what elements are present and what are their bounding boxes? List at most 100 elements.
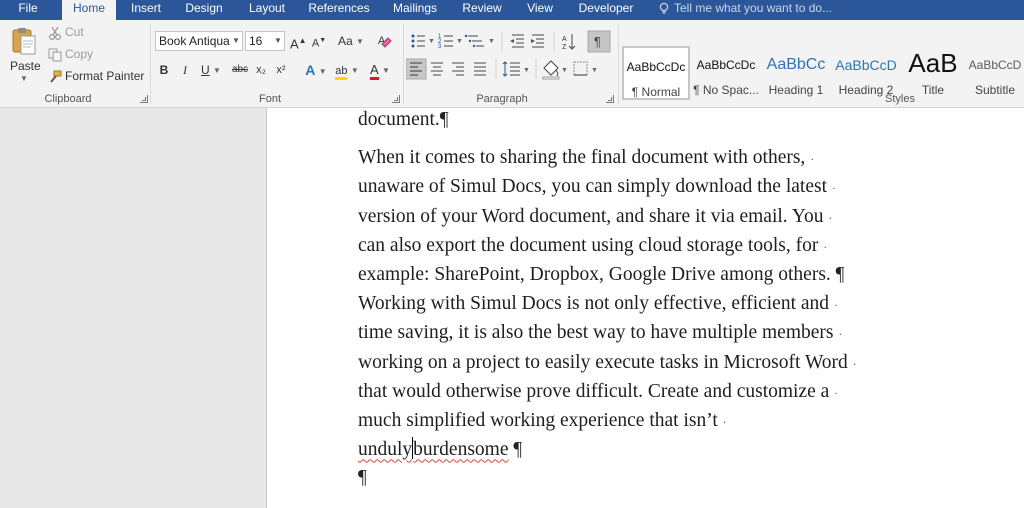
tab-developer[interactable]: Developer — [574, 0, 638, 20]
superscript-button[interactable]: x² — [273, 61, 289, 79]
subscript-button[interactable]: x₂ — [253, 61, 269, 79]
clipboard-icon — [12, 28, 36, 55]
format-painter-label: Format Painter — [65, 69, 145, 83]
svg-text:A: A — [562, 36, 567, 43]
paste-dropdown-caret[interactable]: ▼ — [20, 74, 28, 83]
grow-font-icon: A — [290, 36, 299, 52]
space-mark: · — [828, 210, 833, 225]
paragraph-sharing[interactable]: When it comes to sharing the final docum… — [358, 144, 958, 288]
multilevel-list-icon[interactable]: ▼ — [464, 34, 495, 48]
style-heading-1[interactable]: AaBbCc Heading 1 — [762, 46, 830, 100]
space-mark: · — [834, 385, 839, 400]
tab-home[interactable]: Home — [62, 0, 116, 21]
pilcrow-mark: ¶ — [513, 439, 523, 461]
document-canvas: document.¶ When it comes to sharing the … — [0, 108, 1024, 508]
tell-me-search[interactable]: Tell me what you want to do... — [658, 0, 832, 20]
space-mark: · — [831, 181, 836, 196]
misspelled-word[interactable]: undulyburdensome — [358, 437, 508, 461]
underline-icon: U — [201, 63, 210, 77]
tab-insert[interactable]: Insert — [126, 0, 166, 20]
space-mark: · — [722, 415, 727, 430]
format-painter-button[interactable]: Format Painter — [46, 69, 146, 85]
font-dialog-launcher[interactable] — [392, 95, 400, 103]
tab-file[interactable]: File — [10, 0, 46, 20]
style-subtitle[interactable]: AaBbCcD Subtitle — [966, 46, 1024, 100]
tab-references[interactable]: References — [306, 0, 372, 20]
shrink-font-button[interactable]: A▼ — [311, 32, 327, 50]
text-effects-icon: A — [305, 62, 316, 78]
grow-font-button[interactable]: A▲ — [290, 32, 307, 52]
clear-formatting-button[interactable]: A — [375, 32, 395, 50]
chevron-down-icon[interactable]: ▼ — [230, 32, 242, 50]
bold-button[interactable]: B — [156, 61, 172, 79]
copy-button[interactable]: Copy — [46, 47, 126, 63]
tab-design[interactable]: Design — [182, 0, 226, 20]
tab-layout[interactable]: Layout — [244, 0, 290, 20]
paragraph-empty[interactable]: ¶ — [358, 464, 958, 491]
style-preview: AaBbCcD — [968, 58, 1022, 72]
justify-icon[interactable] — [474, 62, 486, 76]
tab-view[interactable]: View — [522, 0, 558, 20]
paragraph-working[interactable]: Working with Simul Docs is not only effe… — [358, 290, 958, 464]
change-case-button[interactable]: Aa ▼ — [336, 32, 366, 50]
font-name-combobox[interactable]: Book Antiqua ▼ — [155, 31, 243, 51]
strikethrough-button[interactable]: abc — [229, 61, 251, 79]
eraser-icon: A — [378, 35, 392, 48]
change-case-icon: Aa — [338, 34, 353, 48]
style-title[interactable]: AaB Title — [902, 46, 964, 100]
tab-mailings[interactable]: Mailings — [388, 0, 442, 20]
highlighter-icon: ab — [335, 65, 348, 80]
show-formatting-marks-icon[interactable]: ¶ — [587, 30, 611, 53]
style-normal[interactable]: AaBbCcDc ¶ Normal — [622, 46, 690, 100]
clipboard-dialog-launcher[interactable] — [140, 95, 148, 103]
style-heading-2[interactable]: AaBbCcD Heading 2 — [832, 46, 900, 100]
text-effects-button[interactable]: A ▼ — [303, 61, 329, 79]
svg-text:▼: ▼ — [428, 38, 435, 45]
paste-button[interactable]: Paste ▼ — [6, 24, 42, 88]
align-left-icon[interactable] — [405, 58, 427, 80]
svg-text:▼: ▼ — [523, 67, 530, 74]
text-line: When it comes to sharing the final docum… — [358, 147, 811, 168]
style-preview: AaBbCcDc — [696, 58, 756, 72]
highlight-button[interactable]: ab ▼ — [333, 61, 361, 80]
group-divider — [150, 24, 151, 104]
ribbon-home: Paste ▼ Cut Copy Format Painter Clipboar… — [0, 20, 1024, 108]
copy-icon — [48, 48, 62, 62]
styles-gallery: AaBbCcDc ¶ Normal AaBbCcDc ¶ No Spac... … — [622, 45, 1024, 101]
text-fragment: unduly — [358, 439, 413, 461]
align-center-icon[interactable] — [431, 62, 443, 76]
styles-group-label: Styles — [885, 93, 915, 105]
cut-button[interactable]: Cut — [46, 25, 126, 41]
paste-label: Paste — [10, 59, 41, 73]
underline-button[interactable]: U ▼ — [198, 61, 224, 79]
space-mark: · — [833, 298, 838, 312]
text-line: working on a project to easily execute t… — [358, 351, 853, 373]
document-page[interactable]: document.¶ When it comes to sharing the … — [266, 108, 1024, 508]
font-color-button[interactable]: A ▼ — [366, 61, 394, 80]
shading-icon[interactable]: ▼ — [542, 60, 568, 80]
paragraph-group-label: Paragraph — [476, 93, 528, 105]
sort-icon[interactable]: AZ — [562, 34, 576, 51]
tab-review[interactable]: Review — [458, 0, 506, 20]
align-right-icon[interactable] — [452, 62, 464, 76]
italic-button[interactable]: I — [178, 61, 192, 79]
borders-icon[interactable]: ▼ — [573, 61, 598, 76]
svg-text:▼: ▼ — [456, 38, 463, 45]
font-size-combobox[interactable]: 16 ▼ — [245, 31, 285, 51]
paragraph-dialog-launcher[interactable] — [606, 95, 614, 103]
numbering-icon[interactable]: 123 ▼ — [438, 34, 463, 50]
style-preview: AaBbCcD — [835, 57, 897, 73]
chevron-down-icon[interactable]: ▼ — [272, 32, 284, 50]
line-spacing-icon[interactable]: ▼ — [502, 61, 530, 77]
paragraph-top[interactable]: document.¶ — [358, 106, 958, 133]
space-mark: · — [823, 239, 828, 254]
svg-text:3: 3 — [438, 44, 442, 50]
decrease-indent-icon[interactable] — [510, 34, 524, 48]
increase-indent-icon[interactable] — [531, 34, 544, 48]
paintbrush-icon — [50, 70, 62, 83]
style-no-spacing[interactable]: AaBbCcDc ¶ No Spac... — [692, 46, 760, 100]
svg-text:▼: ▼ — [591, 67, 598, 74]
font-size-value: 16 — [249, 34, 263, 48]
bullets-icon[interactable]: ▼ — [411, 34, 435, 48]
cut-label: Cut — [65, 25, 84, 39]
